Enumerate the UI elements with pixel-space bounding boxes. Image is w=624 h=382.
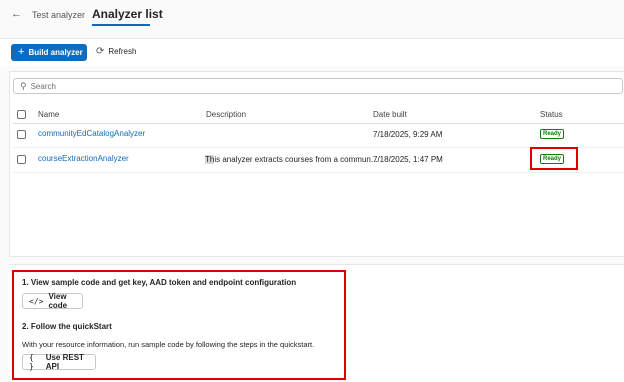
build-analyzer-label: Build analyzer <box>28 48 83 57</box>
row-divider <box>13 172 624 173</box>
analyzer-name-link[interactable]: courseExtractionAnalyzer <box>38 154 129 163</box>
quickstart-highlight-box <box>12 270 346 380</box>
status-highlight-box <box>530 147 578 170</box>
active-tab-indicator <box>92 24 150 26</box>
search-icon: ⚲ <box>20 80 27 91</box>
refresh-button[interactable]: ⟳ Refresh <box>96 46 136 57</box>
top-navigation: ← Test analyzer Analyzer list <box>0 0 624 34</box>
column-header-status[interactable]: Status <box>540 110 563 119</box>
status-badge: Ready <box>540 129 565 139</box>
text-selection-highlight: Th <box>205 155 215 164</box>
build-analyzer-button[interactable]: + Build analyzer <box>11 44 87 61</box>
tab-analyzer-list[interactable]: Analyzer list <box>92 7 163 21</box>
search-placeholder: Search <box>30 81 56 91</box>
tab-test-analyzer[interactable]: Test analyzer <box>32 10 85 20</box>
refresh-icon: ⟳ <box>96 46 105 57</box>
plus-icon: + <box>18 46 25 58</box>
search-input[interactable]: ⚲ Search <box>13 78 623 94</box>
select-all-checkbox[interactable] <box>17 110 26 119</box>
toolbar: + Build analyzer ⟳ Refresh <box>0 38 624 66</box>
refresh-label: Refresh <box>108 47 137 56</box>
column-header-description[interactable]: Description <box>206 110 246 119</box>
column-header-name[interactable]: Name <box>38 110 59 119</box>
date-built: 7/18/2025, 9:29 AM <box>373 130 443 139</box>
analyzer-name-link[interactable]: communityEdCatalogAnalyzer <box>38 129 145 138</box>
header-divider <box>13 123 624 124</box>
column-header-date-built[interactable]: Date built <box>373 110 407 119</box>
row-checkbox[interactable] <box>17 155 26 164</box>
description-cell: This analyzer extracts courses from a co… <box>205 155 378 164</box>
back-arrow-icon[interactable]: ← <box>11 8 22 20</box>
description-text: is analyzer extracts courses from a comm… <box>214 155 378 164</box>
row-checkbox[interactable] <box>17 130 26 139</box>
date-built: 7/18/2025, 1:47 PM <box>373 155 443 164</box>
